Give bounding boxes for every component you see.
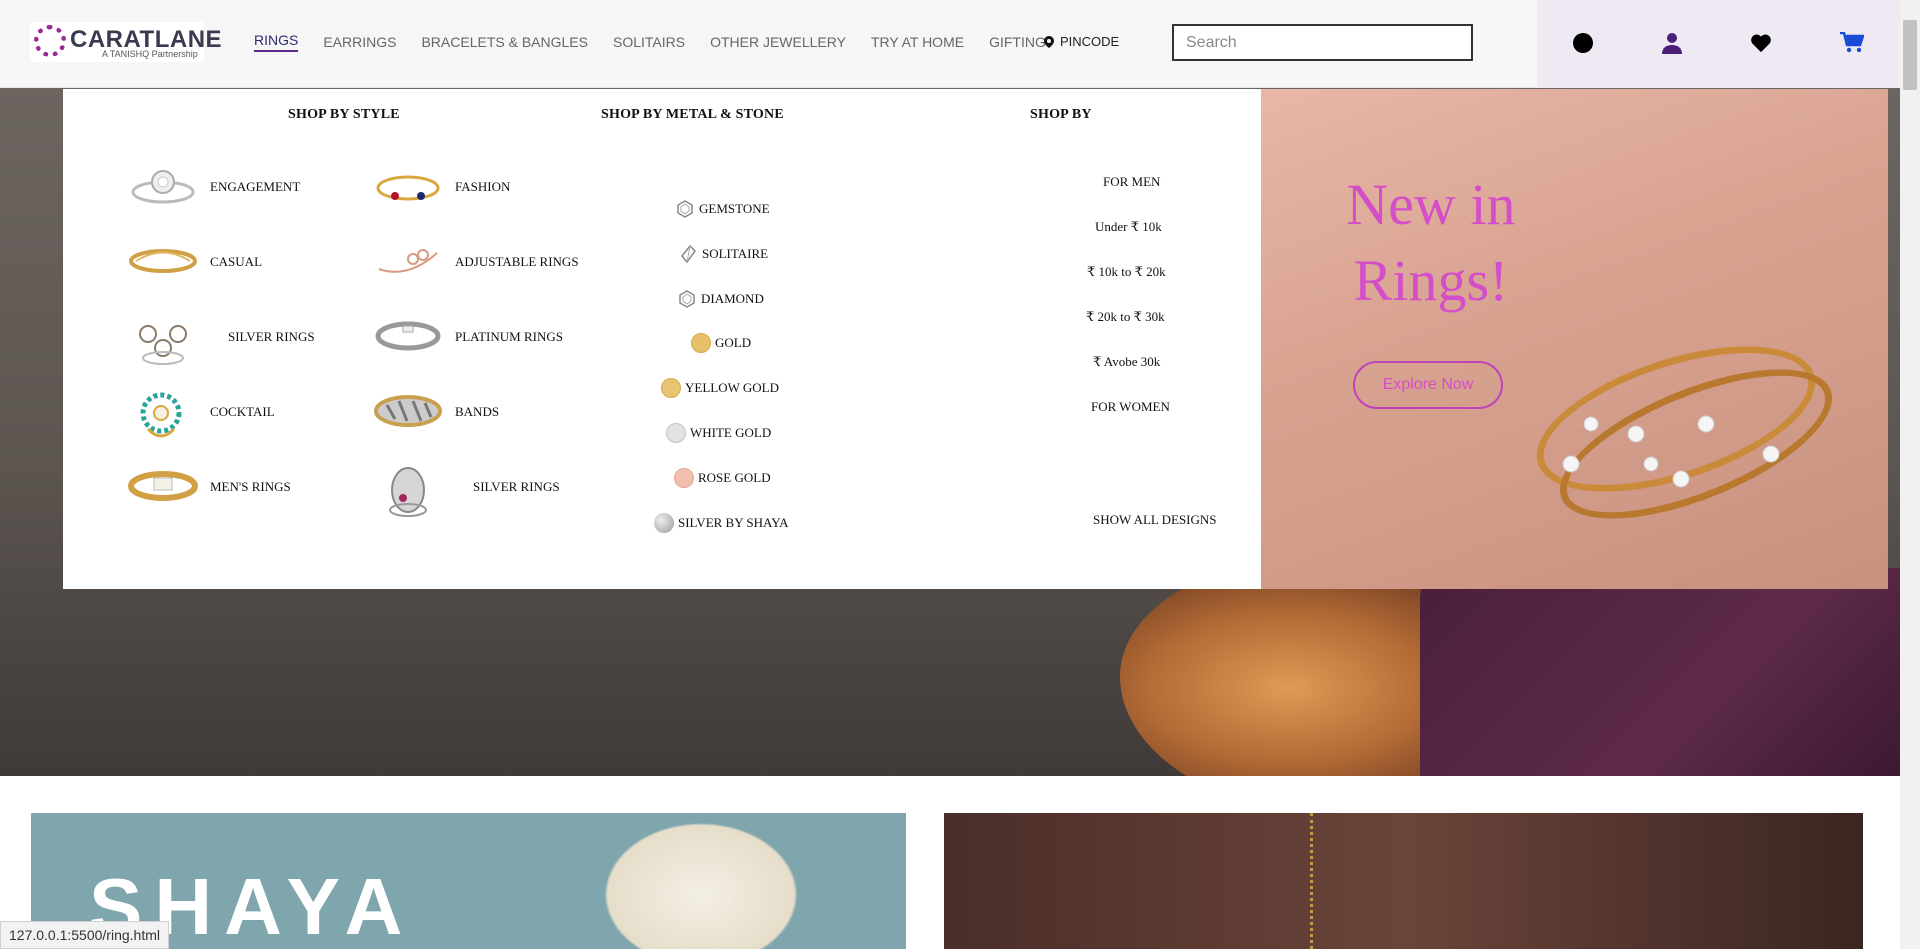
gemstone-icon	[677, 200, 693, 218]
metal-item-yellow-gold[interactable]: YELLOW GOLD	[661, 378, 779, 398]
style-item-adjustable-rings[interactable]: ADJUSTABLE RINGS	[373, 239, 579, 283]
logo-subtext: A TANISHQ Partnership	[102, 49, 198, 59]
shop-by-metal-title: SHOP BY METAL & STONE	[601, 107, 784, 122]
metal-label: SILVER BY SHAYA	[678, 515, 789, 530]
hero-dress-image	[1420, 568, 1900, 776]
main-nav: RINGS EARRINGS BRACELETS & BANGLES SOLIT…	[254, 0, 1046, 84]
page-scrollbar[interactable]	[1900, 0, 1920, 949]
style-item-bands[interactable]: BANDS	[373, 389, 499, 433]
metal-item-gold[interactable]: GOLD	[691, 333, 751, 353]
bands-ring-thumb	[373, 389, 443, 433]
promo-panel: New in Rings! Explore Now	[1261, 89, 1888, 589]
show-all-designs-link[interactable]: SHOW ALL DESIGNS	[1093, 512, 1217, 528]
nav-solitairs[interactable]: SOLITAIRS	[613, 34, 685, 50]
metal-label: DIAMOND	[701, 291, 764, 306]
adjustable-ring-thumb	[373, 239, 443, 283]
silver-swatch	[654, 513, 674, 533]
user-icon[interactable]	[1659, 30, 1685, 56]
style-item-casual[interactable]: CASUAL	[128, 239, 262, 283]
solitaire-icon	[681, 244, 696, 264]
style-item-engagement[interactable]: ENGAGEMENT	[128, 164, 300, 208]
metal-item-gemstone[interactable]: GEMSTONE	[675, 199, 770, 219]
shop-by-above-30k[interactable]: ₹ Avobe 30k	[1093, 354, 1160, 370]
shop-by-10k-20k[interactable]: ₹ 10k to ₹ 20k	[1087, 264, 1166, 280]
silver-ring-2-thumb	[373, 464, 443, 517]
site-header: CARATLANE A TANISHQ Partnership RINGS EA…	[0, 0, 1900, 88]
style-label: COCKTAIL	[210, 403, 275, 419]
style-label: BANDS	[455, 403, 500, 419]
nav-rings[interactable]: RINGS	[254, 32, 299, 52]
shop-by-under-10k[interactable]: Under ₹ 10k	[1095, 219, 1162, 235]
metal-label: ROSE GOLD	[698, 470, 771, 485]
shop-by-title: SHOP BY	[1030, 107, 1092, 122]
metal-item-diamond[interactable]: DIAMOND	[677, 289, 764, 309]
shop-by-20k-30k[interactable]: ₹ 20k to ₹ 30k	[1086, 309, 1165, 325]
fashion-ring-thumb	[373, 164, 443, 208]
style-label: SILVER RINGS	[228, 328, 315, 344]
metal-label: GEMSTONE	[699, 201, 770, 216]
cocktail-ring-thumb	[128, 389, 198, 438]
cloth-image	[591, 813, 811, 949]
style-label: SILVER RINGS	[473, 478, 560, 494]
yellow-gold-swatch	[661, 378, 681, 398]
nav-earrings[interactable]: EARRINGS	[323, 34, 396, 50]
casual-ring-thumb	[128, 239, 198, 283]
platinum-ring-thumb	[373, 314, 443, 358]
style-item-silver-rings[interactable]: SILVER RINGS	[128, 314, 315, 365]
metal-item-rose-gold[interactable]: ROSE GOLD	[674, 468, 771, 488]
metal-label: GOLD	[715, 335, 752, 350]
circle-icon[interactable]	[1570, 30, 1596, 56]
style-label: MEN'S RINGS	[210, 478, 291, 494]
style-item-mens-rings[interactable]: MEN'S RINGS	[128, 464, 291, 508]
pincode-label: PINCODE	[1060, 34, 1120, 49]
style-label: CASUAL	[210, 253, 263, 269]
rose-gold-swatch	[674, 468, 694, 488]
metal-item-white-gold[interactable]: WHITE GOLD	[666, 423, 771, 443]
style-label: FASHION	[455, 178, 511, 194]
metal-label: YELLOW GOLD	[685, 380, 779, 395]
style-label: PLATINUM RINGS	[455, 328, 563, 344]
scrollbar-thumb[interactable]	[1903, 20, 1917, 90]
header-icon-panel	[1537, 0, 1900, 88]
caratlane-logo[interactable]: CARATLANE A TANISHQ Partnership	[30, 22, 222, 62]
diamond-icon	[679, 290, 695, 308]
white-gold-swatch	[666, 423, 686, 443]
style-item-silver-rings-2[interactable]: SILVER RINGS	[373, 464, 560, 517]
explore-now-button[interactable]: Explore Now	[1353, 361, 1503, 409]
logo-mark-icon	[34, 25, 66, 57]
silver-ring-thumb	[128, 314, 198, 365]
style-item-cocktail[interactable]: COCKTAIL	[128, 389, 275, 438]
metal-item-silver-by-shaya[interactable]: SILVER BY SHAYA	[654, 513, 789, 533]
nav-bracelets-bangles[interactable]: BRACELETS & BANGLES	[421, 34, 588, 50]
search-input[interactable]	[1172, 24, 1473, 61]
location-pin-icon	[1044, 35, 1054, 48]
heart-icon[interactable]	[1748, 30, 1774, 56]
shop-by-for-men[interactable]: FOR MEN	[1103, 174, 1160, 190]
chain-card[interactable]	[944, 813, 1863, 949]
mens-ring-thumb	[128, 464, 198, 508]
browser-status-url: 127.0.0.1:5500/ring.html	[0, 921, 169, 949]
pincode-selector[interactable]: PINCODE	[1044, 34, 1119, 49]
chain-image	[1310, 813, 1316, 949]
metal-label: WHITE GOLD	[690, 425, 772, 440]
style-item-platinum-rings[interactable]: PLATINUM RINGS	[373, 314, 563, 358]
style-label: ADJUSTABLE RINGS	[455, 253, 579, 269]
metal-item-solitaire[interactable]: SOLITAIRE	[678, 244, 768, 264]
promo-title: New in Rings!	[1346, 172, 1516, 313]
nav-other-jewellery[interactable]: OTHER JEWELLERY	[710, 34, 846, 50]
nav-try-at-home[interactable]: TRY AT HOME	[871, 34, 964, 50]
rings-mega-menu: SHOP BY STYLE SHOP BY METAL & STONE SHOP…	[63, 89, 1261, 589]
engagement-ring-thumb	[128, 164, 198, 208]
gold-swatch	[691, 333, 711, 353]
style-label: ENGAGEMENT	[210, 178, 301, 194]
shop-by-style-title: SHOP BY STYLE	[288, 107, 400, 122]
nav-gifting[interactable]: GIFTING	[989, 34, 1046, 50]
metal-label: SOLITAIRE	[702, 246, 769, 261]
style-item-fashion[interactable]: FASHION	[373, 164, 510, 208]
cart-icon[interactable]	[1839, 30, 1865, 56]
shop-by-for-women[interactable]: FOR WOMEN	[1091, 399, 1170, 415]
